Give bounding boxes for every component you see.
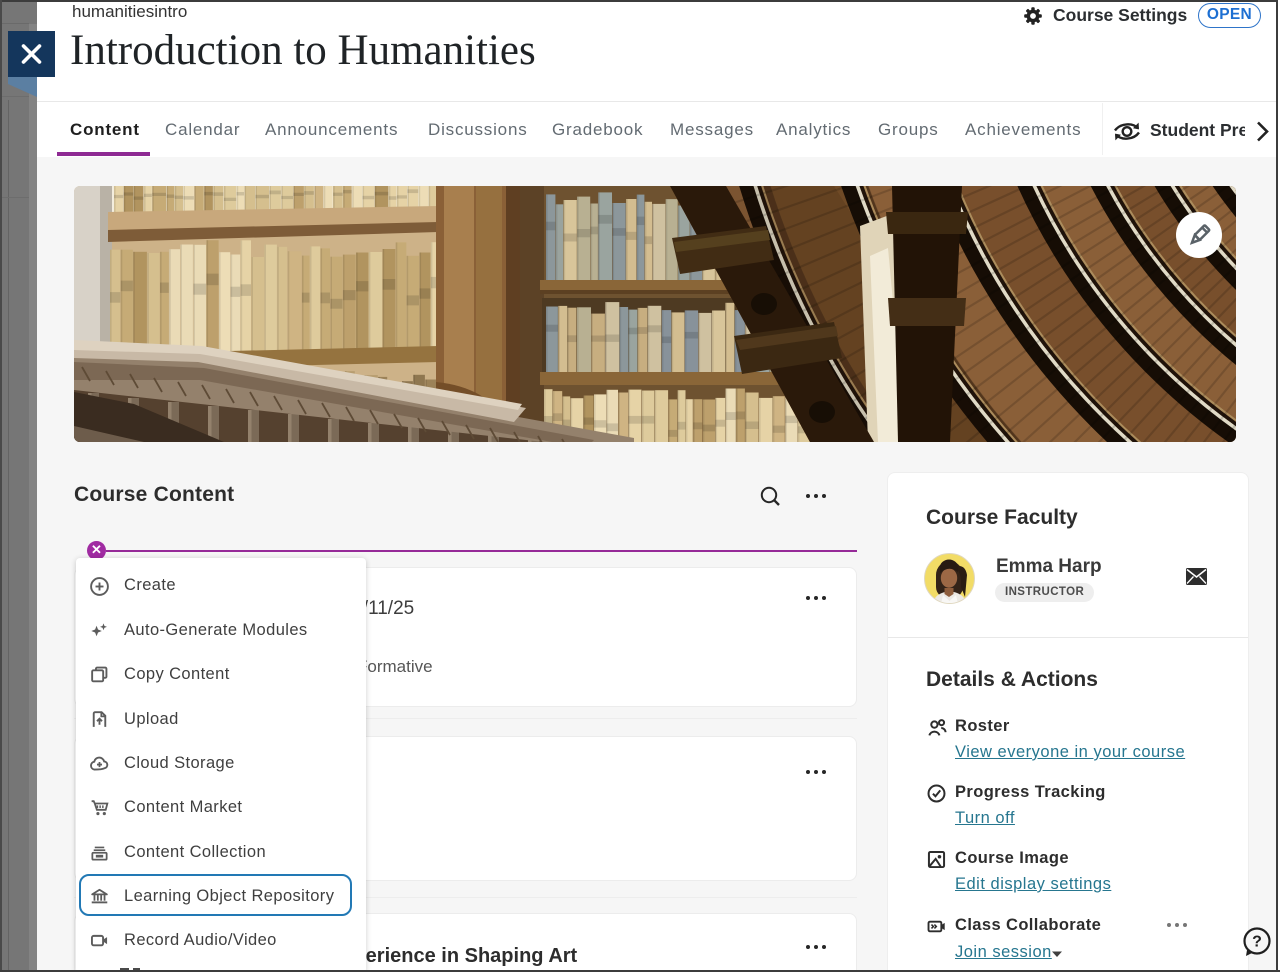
- svg-text:?: ?: [1252, 934, 1262, 951]
